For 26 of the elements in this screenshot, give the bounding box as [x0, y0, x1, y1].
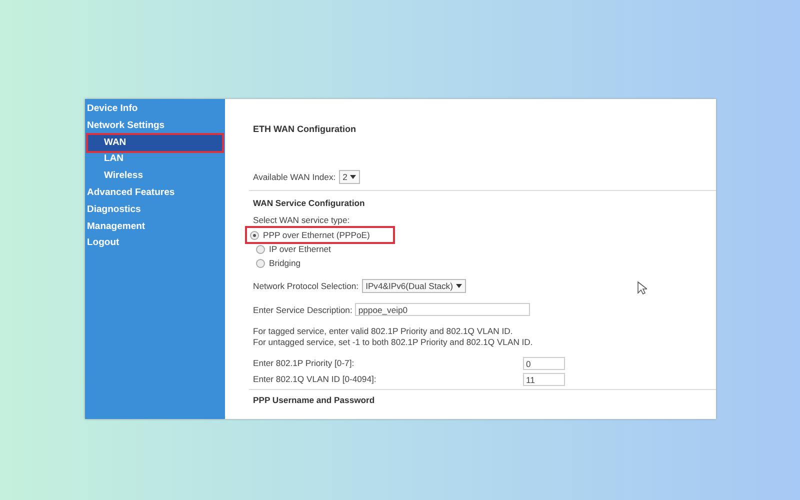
field-label: Enter 802.1P Priority [0-7]: — [253, 358, 356, 368]
section-heading: WAN Service Configuration — [253, 198, 366, 208]
page-title: ETH WAN Configuration — [253, 124, 357, 134]
caret-icon — [456, 284, 462, 288]
field-label: Enter Service Description: — [253, 304, 352, 314]
help-text: For untagged service, set -1 to both 802.1P Priority and 802.1Q VLAN ID. — [253, 337, 534, 347]
caret-icon — [350, 175, 356, 179]
input-field[interactable]: 0 — [523, 356, 565, 370]
protocol-dropdown[interactable]: IPv4&IPv6(Dual Stack) — [362, 279, 466, 293]
help-text: For tagged service, enter valid 802.1P Priority and 802.1Q VLAN ID. — [253, 326, 514, 336]
mouse-pointer-icon — [637, 281, 647, 295]
sidebar-item[interactable]: WAN — [88, 134, 222, 152]
wan-index-dropdown[interactable]: 2 — [338, 170, 360, 184]
radio-button[interactable] — [250, 230, 259, 240]
field-label: Available WAN Index: — [253, 172, 336, 182]
field-label: Network Protocol Selection: — [253, 281, 359, 291]
radio-option[interactable]: IP over Ethernet — [253, 242, 716, 256]
section-heading: PPP Username and Password — [253, 395, 376, 405]
radio-button[interactable] — [256, 244, 265, 254]
radio-option[interactable]: Bridging — [253, 256, 716, 270]
radio-button[interactable] — [256, 258, 265, 268]
radio-option[interactable]: PPP over Ethernet (PPPoE) — [247, 228, 393, 242]
field-label: Select WAN service type: — [253, 215, 351, 225]
input-field[interactable]: 11 — [523, 372, 565, 386]
description-field[interactable]: pppoe_veip0 — [355, 303, 530, 316]
field-label: Enter 802.1Q VLAN ID [0-4094]: — [253, 374, 378, 384]
